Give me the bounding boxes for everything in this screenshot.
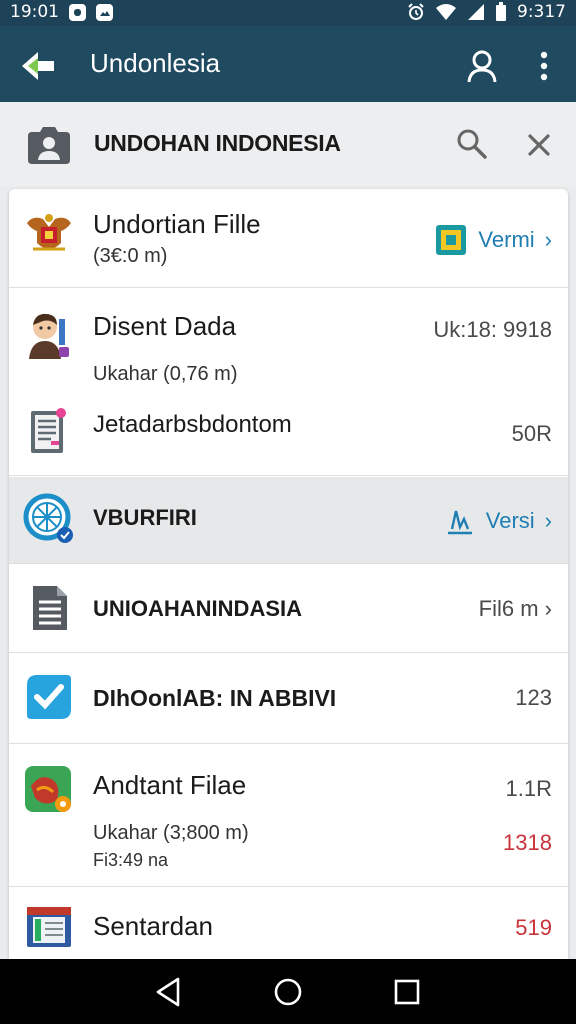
map-app-icon bbox=[25, 766, 71, 812]
close-icon[interactable] bbox=[522, 128, 556, 162]
image-notification-icon bbox=[96, 3, 113, 21]
item-title: Jetadarbsbdontom bbox=[93, 411, 292, 438]
wifi-icon bbox=[436, 4, 456, 20]
back-arrow-icon[interactable] bbox=[18, 46, 58, 86]
item-action-label: Vermi bbox=[478, 227, 535, 252]
item-action[interactable]: Versi › bbox=[444, 505, 552, 537]
signal-icon bbox=[468, 4, 484, 20]
item-value: Fil6 m › bbox=[479, 596, 552, 622]
list-item[interactable]: Sentardan 519 bbox=[9, 887, 568, 959]
document-list-icon bbox=[31, 408, 66, 453]
system-nav-bar bbox=[0, 959, 576, 1024]
app-title: Undonlesia bbox=[90, 48, 221, 78]
book-icon bbox=[27, 907, 71, 947]
list-item[interactable]: Undortian Fille (3€:0 m) Vermi › bbox=[9, 189, 568, 288]
garuda-emblem-icon bbox=[27, 214, 71, 251]
alarm-icon bbox=[408, 3, 424, 20]
item-subtitle-secondary: Fi3:49 na bbox=[93, 850, 169, 870]
item-value: 50R bbox=[511, 421, 552, 446]
app-bar: Undonlesia bbox=[0, 26, 576, 102]
list-item[interactable]: UNIOAHANINDASIA Fil6 m › bbox=[9, 564, 568, 653]
item-subtitle: Ukahar (0,76 m) bbox=[93, 363, 238, 385]
image-badge-icon bbox=[436, 225, 467, 255]
spreadsheet-icon bbox=[33, 586, 67, 630]
notification-icon bbox=[69, 3, 86, 21]
battery-icon bbox=[496, 2, 506, 21]
item-value-label: Fil6 m bbox=[478, 596, 539, 621]
item-value-secondary: 1318 bbox=[503, 830, 552, 855]
list-item[interactable]: Disent Dada Ukahar (0,76 m) Uk:18: 9918 … bbox=[9, 287, 568, 476]
item-title: Disent Dada bbox=[93, 311, 237, 341]
profile-icon[interactable] bbox=[464, 48, 500, 84]
item-value: 123 bbox=[515, 685, 552, 710]
item-subtitle: (3€:0 m) bbox=[93, 245, 168, 267]
item-action-label: Versi bbox=[485, 508, 535, 533]
item-value: 519 bbox=[515, 915, 552, 940]
item-title: Andtant Filae bbox=[93, 770, 247, 800]
globe-check-icon bbox=[23, 493, 73, 543]
item-value: Uk:18: 9918 bbox=[433, 317, 552, 342]
search-query[interactable]: UNDOHAN INDONESIA bbox=[94, 130, 341, 157]
checkmark-shield-icon bbox=[27, 675, 71, 719]
item-value: 1.1R bbox=[505, 776, 552, 801]
nav-back-icon[interactable] bbox=[152, 975, 186, 1009]
battery-time: 9:317 bbox=[517, 2, 566, 22]
search-icon[interactable] bbox=[454, 126, 490, 162]
chevron-right-icon: › bbox=[544, 227, 552, 252]
person-avatar-icon bbox=[29, 313, 69, 359]
list-item[interactable]: Andtant Filae Ukahar (3;800 m) Fi3:49 na… bbox=[9, 744, 568, 887]
list-item[interactable]: VBURFIRI Versi › bbox=[9, 477, 568, 564]
more-options-icon[interactable] bbox=[530, 48, 558, 84]
status-time: 19:01 bbox=[10, 2, 59, 22]
signature-icon bbox=[447, 510, 472, 535]
item-title: Sentardan bbox=[93, 911, 213, 941]
item-subtitle: Ukahar (3;800 m) bbox=[93, 822, 249, 844]
item-title: DIhOonlAB: IN ABBIVI bbox=[93, 685, 337, 711]
item-title: VBURFIRI bbox=[93, 505, 197, 530]
account-badge-icon bbox=[28, 127, 70, 164]
chevron-right-icon: › bbox=[544, 508, 552, 533]
nav-home-icon[interactable] bbox=[271, 975, 305, 1009]
item-title: UNIOAHANINDASIA bbox=[93, 596, 302, 621]
chevron-right-icon: › bbox=[544, 596, 552, 621]
status-bar: 19:01 9:317 bbox=[0, 0, 576, 26]
result-list: Undortian Fille (3€:0 m) Vermi › Disent … bbox=[9, 189, 568, 959]
list-item[interactable]: DIhOonlAB: IN ABBIVI 123 bbox=[9, 653, 568, 744]
item-title: Undortian Fille bbox=[93, 209, 261, 239]
nav-recents-icon[interactable] bbox=[390, 975, 424, 1009]
item-action[interactable]: Vermi › bbox=[434, 223, 552, 257]
search-bar: UNDOHAN INDONESIA bbox=[0, 102, 576, 186]
